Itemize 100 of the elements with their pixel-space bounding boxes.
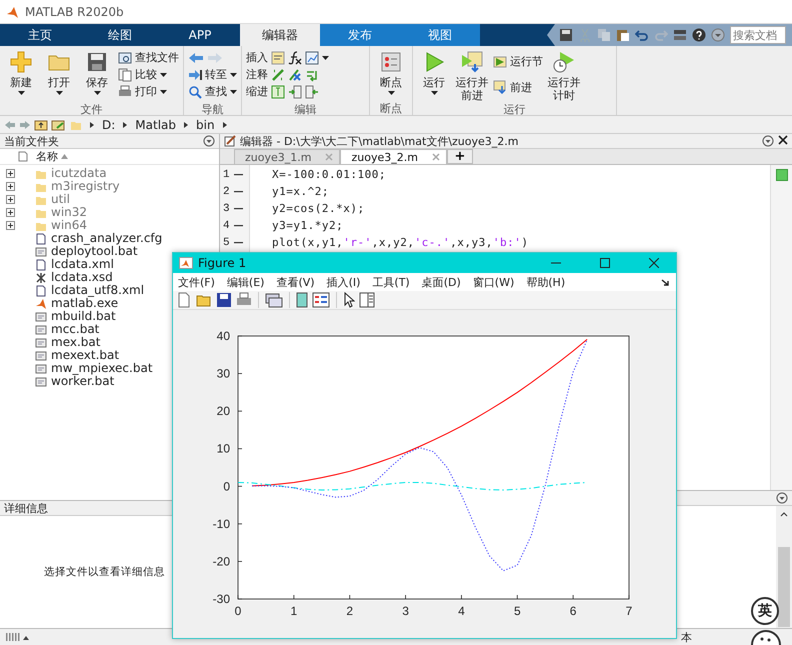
- up-folder-icon[interactable]: [34, 118, 48, 130]
- panel-menu-icon[interactable]: [203, 135, 215, 147]
- expand-icon[interactable]: [6, 182, 15, 191]
- file-name[interactable]: worker.bat: [51, 375, 114, 388]
- pointer-icon[interactable]: [343, 292, 355, 308]
- find-file-icon: [118, 50, 132, 64]
- file-name[interactable]: crash_analyzer.cfg: [51, 232, 162, 245]
- ribbon-button[interactable]: 保存: [80, 48, 114, 102]
- breakpoint-dash-icon[interactable]: [234, 190, 243, 192]
- help-icon[interactable]: [692, 28, 706, 42]
- file-name[interactable]: mexext.bat: [51, 349, 120, 362]
- schema-icon: [35, 272, 47, 284]
- ribbon-tab[interactable]: 视图: [400, 24, 480, 46]
- ribbon-button[interactable]: 运行节: [493, 53, 543, 70]
- file-name[interactable]: m3iregistry: [51, 180, 120, 193]
- breakpoint-dash-icon[interactable]: [234, 174, 243, 176]
- path-segment[interactable]: bin: [196, 118, 215, 132]
- file-name[interactable]: lcdata.xml: [51, 258, 114, 271]
- expand-icon[interactable]: [6, 169, 15, 178]
- menu-item[interactable]: 工具(T): [372, 274, 410, 290]
- ribbon-button[interactable]: 运行: [417, 48, 451, 102]
- undo-icon[interactable]: [635, 28, 649, 42]
- panel-menu-icon[interactable]: [776, 492, 788, 504]
- back-arrow-icon[interactable]: [188, 52, 204, 64]
- breakpoint-dash-icon[interactable]: [234, 224, 243, 226]
- file-name[interactable]: mw_mpiexec.bat: [51, 362, 153, 375]
- menu-item[interactable]: 查看(V): [276, 274, 315, 290]
- ribbon-button[interactable]: 前进: [493, 78, 543, 96]
- file-name[interactable]: deploytool.bat: [51, 245, 138, 258]
- scrollbar[interactable]: [776, 506, 792, 628]
- ribbon-button[interactable]: 运行并前进: [455, 48, 489, 102]
- run-section-icon: [493, 54, 507, 69]
- expand-icon[interactable]: [6, 208, 15, 217]
- ribbon-label[interactable]: 缩进: [246, 84, 268, 99]
- ribbon-button[interactable]: 打印: [118, 83, 179, 100]
- breakpoint-dash-icon[interactable]: [234, 208, 243, 210]
- scroll-up-icon[interactable]: [780, 512, 788, 517]
- y-tick-label: 40: [216, 329, 230, 343]
- new-file-icon[interactable]: [176, 292, 192, 308]
- window-switch-icon[interactable]: [673, 28, 687, 42]
- save-icon[interactable]: [216, 292, 232, 308]
- file-tab[interactable]: zuoye3_1.m: [234, 149, 340, 164]
- function-icon[interactable]: [288, 50, 302, 64]
- file-name[interactable]: win32: [51, 206, 88, 219]
- resize-grip-icon[interactable]: [6, 632, 30, 642]
- line-number: 3: [223, 202, 230, 214]
- breakpoint-icon: [379, 50, 403, 74]
- ribbon-label[interactable]: 注释: [246, 67, 268, 82]
- menu-item[interactable]: 文件(F): [178, 274, 215, 290]
- file-name[interactable]: util: [51, 193, 70, 206]
- ribbon-button[interactable]: 新建: [4, 48, 38, 102]
- colorbar-icon[interactable]: [296, 292, 308, 308]
- ribbon-tab[interactable]: 发布: [320, 24, 400, 46]
- menu-item[interactable]: 桌面(D): [422, 274, 461, 290]
- code-line: X=-100:0.01:100;: [271, 167, 387, 183]
- path-segment[interactable]: D:: [102, 118, 116, 132]
- ribbon-button[interactable]: 断点: [374, 48, 408, 101]
- file-name[interactable]: lcdata_utf8.xml: [51, 284, 144, 297]
- file-name[interactable]: mbuild.bat: [51, 310, 116, 323]
- path-segment[interactable]: Matlab: [135, 118, 176, 132]
- property-panel-icon[interactable]: [359, 292, 375, 308]
- ribbon-button[interactable]: 查找: [188, 83, 237, 100]
- file-name[interactable]: mex.bat: [51, 336, 100, 349]
- menu-item[interactable]: 窗口(W): [472, 274, 514, 290]
- close-icon[interactable]: [778, 135, 788, 145]
- ribbon-label[interactable]: 插入: [246, 50, 268, 65]
- menu-item[interactable]: 帮助(H): [526, 274, 566, 290]
- expand-icon[interactable]: [6, 195, 15, 204]
- editor-title: 编辑器 - D:\大学\大二下\matlab\mat文件\zuoye3_2.m: [240, 134, 518, 148]
- file-name[interactable]: win64: [51, 219, 88, 232]
- file-name[interactable]: matlab.exe: [51, 297, 118, 310]
- browse-folder-icon[interactable]: [51, 118, 67, 130]
- paste-icon[interactable]: [616, 28, 630, 42]
- file-name[interactable]: lcdata.xsd: [51, 271, 113, 284]
- menu-item[interactable]: 编辑(E): [226, 274, 264, 290]
- breakpoint-dash-icon[interactable]: [234, 242, 243, 244]
- dock-arrow-icon[interactable]: [661, 278, 670, 286]
- menu-item[interactable]: 插入(I): [326, 274, 360, 290]
- ribbon-button[interactable]: 运行并计时: [547, 48, 581, 102]
- dropdown-circle-icon[interactable]: [711, 28, 725, 42]
- search-field[interactable]: 搜索文档: [730, 26, 786, 44]
- checkbox-icon: [18, 151, 28, 162]
- legend-icon[interactable]: [312, 292, 330, 308]
- expand-icon[interactable]: [6, 221, 15, 230]
- panel-menu-icon[interactable]: [762, 135, 774, 147]
- file-tab[interactable]: zuoye3_2.m: [340, 149, 447, 164]
- ribbon-tab[interactable]: 编辑器: [240, 24, 320, 46]
- column-header[interactable]: 名称: [36, 149, 68, 164]
- file-name[interactable]: mcc.bat: [51, 323, 100, 336]
- code-line: y1=x.^2;: [271, 184, 330, 200]
- file-name[interactable]: icutzdata: [51, 167, 107, 180]
- add-tab-button[interactable]: +: [446, 149, 473, 164]
- ribbon-button[interactable]: 比较: [118, 66, 179, 83]
- ribbon-button[interactable]: 查找文件: [118, 49, 179, 66]
- batch-file-icon: [35, 246, 47, 258]
- ime-tool-icon[interactable]: [751, 628, 781, 645]
- link-plot-icon[interactable]: [265, 292, 283, 308]
- ribbon-button[interactable]: 转至: [188, 66, 237, 83]
- ribbon-button[interactable]: 打开: [42, 48, 76, 102]
- save-icon[interactable]: [559, 28, 573, 42]
